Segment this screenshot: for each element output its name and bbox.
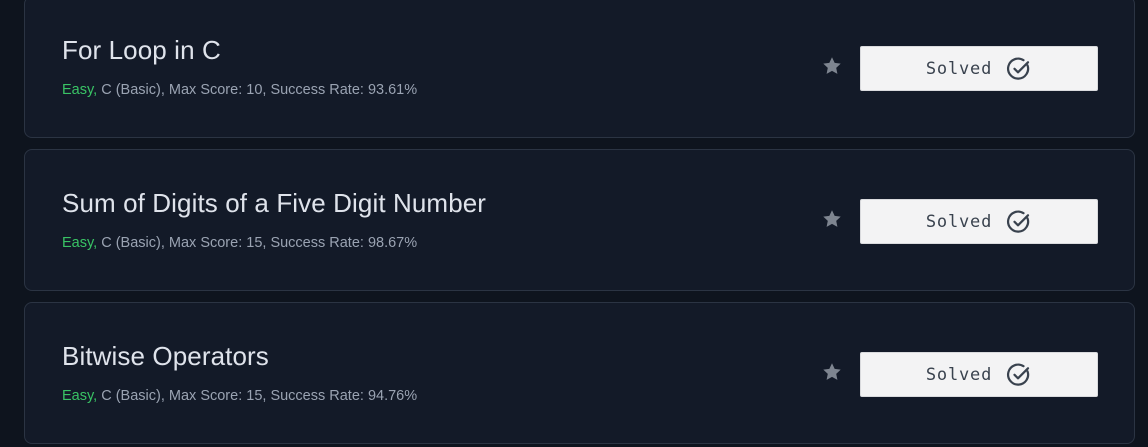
challenge-card: For Loop in C Easy, C (Basic), Max Score… xyxy=(24,0,1135,138)
challenge-details: C (Basic), Max Score: 10, Success Rate: … xyxy=(97,82,418,98)
check-circle-icon xyxy=(1007,363,1030,386)
solved-button-label: Solved xyxy=(925,58,993,79)
star-icon[interactable] xyxy=(821,208,843,230)
challenge-meta: Easy, C (Basic), Max Score: 15, Success … xyxy=(62,235,417,251)
challenge-details: C (Basic), Max Score: 15, Success Rate: … xyxy=(97,388,418,404)
solved-button[interactable]: Solved xyxy=(860,199,1098,244)
challenge-meta: Easy, C (Basic), Max Score: 15, Success … xyxy=(62,388,417,404)
challenge-card: Bitwise Operators Easy, C (Basic), Max S… xyxy=(24,302,1135,444)
challenge-title[interactable]: Bitwise Operators xyxy=(62,341,269,372)
challenge-title[interactable]: Sum of Digits of a Five Digit Number xyxy=(62,188,486,219)
difficulty-label: Easy, xyxy=(62,235,98,251)
challenge-meta: Easy, C (Basic), Max Score: 10, Success … xyxy=(62,82,417,98)
check-circle-icon xyxy=(1007,57,1030,80)
star-icon[interactable] xyxy=(821,55,843,77)
difficulty-label: Easy, xyxy=(62,82,98,98)
star-icon[interactable] xyxy=(821,361,843,383)
check-circle-icon xyxy=(1007,210,1030,233)
challenge-details: C (Basic), Max Score: 15, Success Rate: … xyxy=(97,235,418,251)
challenge-title[interactable]: For Loop in C xyxy=(62,35,221,66)
solved-button[interactable]: Solved xyxy=(860,46,1098,91)
solved-button-label: Solved xyxy=(925,211,993,232)
solved-button-label: Solved xyxy=(925,364,993,385)
challenge-card: Sum of Digits of a Five Digit Number Eas… xyxy=(24,149,1135,291)
solved-button[interactable]: Solved xyxy=(860,352,1098,397)
challenge-list: For Loop in C Easy, C (Basic), Max Score… xyxy=(0,0,1148,447)
difficulty-label: Easy, xyxy=(62,388,98,404)
